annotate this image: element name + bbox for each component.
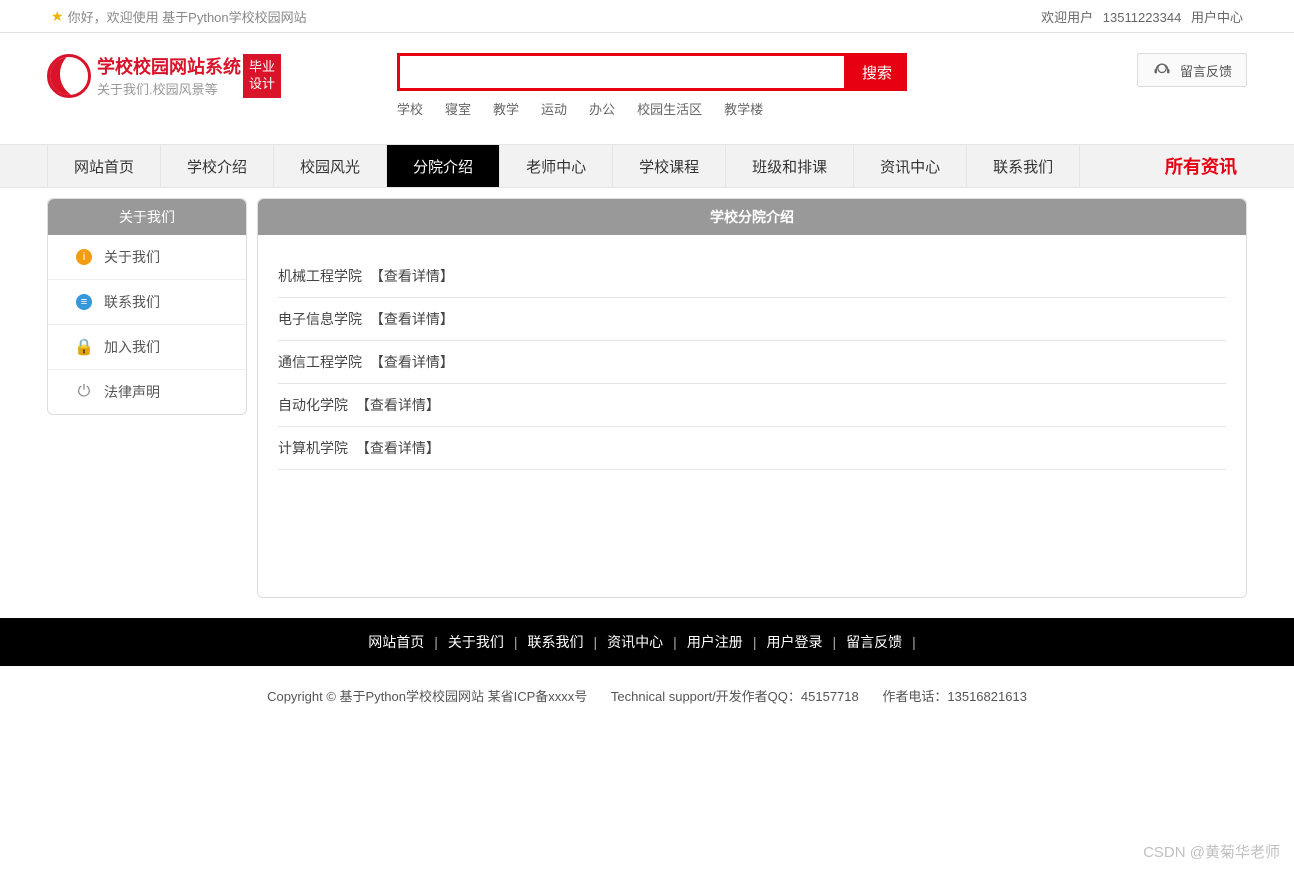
search-tags: 学校 寝室 教学 运动 办公 校园生活区 教学楼 [397,99,1117,118]
college-name: 自动化学院 [278,397,352,413]
search-input[interactable] [397,53,847,91]
sidebar-title: 关于我们 [48,199,246,235]
search-tag[interactable]: 办公 [589,102,615,117]
separator: | [514,634,518,650]
clipboard-icon: ≡ [76,294,92,310]
headset-icon [1152,60,1172,80]
footer-link[interactable]: 资讯中心 [607,634,663,650]
main-nav: 网站首页学校介绍校园风光分院介绍老师中心学校课程班级和排课资讯中心联系我们 所有资… [0,144,1294,188]
nav-item[interactable]: 班级和排课 [726,145,854,187]
footer-author-phone: 作者电话：13516821613 [882,689,1027,704]
college-name: 通信工程学院 [278,354,366,370]
footer-support: Technical support/开发作者QQ：45157718 [611,689,859,704]
logo-title: 学校校园网站系统 [97,53,241,79]
sidebar-item[interactable]: ⏻ 法律声明 [48,369,246,414]
user-phone[interactable]: 13511223344 [1103,10,1182,25]
footer-link[interactable]: 关于我们 [448,634,504,650]
footer-nav: 网站首页 | 关于我们 | 联系我们 | 资讯中心 | 用户注册 | 用户登录 | 留言反馈 | [0,618,1294,666]
nav-item[interactable]: 联系我们 [967,145,1080,187]
college-row: 机械工程学院 【查看详情】 [278,255,1226,298]
view-detail-link[interactable]: 【查看详情】 [356,397,440,413]
greeting-text: 你好，欢迎使用 基于Python学校校园网站 [68,7,307,26]
separator: | [673,634,677,650]
view-detail-link[interactable]: 【查看详情】 [370,311,454,327]
view-detail-link[interactable]: 【查看详情】 [356,440,440,456]
header: 学校校园网站系统 关于我们.校园风景等 毕业设计 搜索 学校 寝室 教学 运动 办公 校园… [47,33,1247,128]
sidebar-item[interactable]: i 关于我们 [48,235,246,279]
sidebar-item[interactable]: ≡ 联系我们 [48,279,246,324]
college-row: 电子信息学院 【查看详情】 [278,298,1226,341]
separator: | [912,634,916,650]
content-title: 学校分院介绍 [258,199,1246,235]
nav-item[interactable]: 网站首页 [47,145,161,187]
nav-item[interactable]: 学校课程 [613,145,726,187]
college-name: 电子信息学院 [278,311,366,327]
search-tag[interactable]: 教学楼 [724,102,763,117]
separator: | [832,634,836,650]
content-panel: 学校分院介绍 机械工程学院 【查看详情】电子信息学院 【查看详情】通信工程学院 … [257,198,1247,598]
logo-subtitle: 关于我们.校园风景等 [97,79,241,98]
logo-badge: 毕业设计 [243,54,281,98]
search-tag[interactable]: 寝室 [445,102,471,117]
nav-item[interactable]: 学校介绍 [161,145,274,187]
sidebar: 关于我们 i 关于我们 ≡ 联系我们 🔒 加入我们 ⏻ 法律声明 [47,198,247,415]
sidebar-item[interactable]: 🔒 加入我们 [48,324,246,369]
nav-item[interactable]: 分院介绍 [387,145,500,187]
footer-info: Copyright © 基于Python学校校园网站 某省ICP备xxxx号 T… [0,666,1294,725]
sidebar-item-label: 关于我们 [104,247,160,267]
college-name: 计算机学院 [278,440,352,456]
college-row: 通信工程学院 【查看详情】 [278,341,1226,384]
nav-item[interactable]: 资讯中心 [854,145,967,187]
welcome-user-label: 欢迎用户 [1041,10,1093,25]
separator: | [594,634,598,650]
college-row: 计算机学院 【查看详情】 [278,427,1226,470]
topbar-user: 欢迎用户 13511223344 用户中心 [1035,7,1243,26]
lock-icon: 🔒 [76,339,92,355]
logo-icon [47,54,91,98]
separator: | [753,634,757,650]
footer-link[interactable]: 用户注册 [687,634,743,650]
college-row: 自动化学院 【查看详情】 [278,384,1226,427]
view-detail-link[interactable]: 【查看详情】 [370,268,454,284]
search-button[interactable]: 搜索 [847,53,907,91]
college-name: 机械工程学院 [278,268,366,284]
topbar-greeting: ★ 你好，欢迎使用 基于Python学校校园网站 [51,7,307,26]
nav-all-news[interactable]: 所有资讯 [1165,145,1247,187]
sidebar-item-label: 加入我们 [104,337,160,357]
search-tag[interactable]: 校园生活区 [637,102,702,117]
footer-link[interactable]: 留言反馈 [846,634,902,650]
footer-copyright: Copyright © 基于Python学校校园网站 某省ICP备xxxx号 [267,689,587,704]
sidebar-item-label: 法律声明 [104,382,160,402]
footer-link[interactable]: 用户登录 [766,634,822,650]
star-icon: ★ [51,8,64,25]
footer-link[interactable]: 网站首页 [368,634,424,650]
search-block: 搜索 学校 寝室 教学 运动 办公 校园生活区 教学楼 [397,53,1117,118]
separator: | [434,634,438,650]
search-tag[interactable]: 学校 [397,102,423,117]
nav-item[interactable]: 校园风光 [274,145,387,187]
feedback-label: 留言反馈 [1180,61,1232,80]
info-icon: i [76,249,92,265]
main-area: 关于我们 i 关于我们 ≡ 联系我们 🔒 加入我们 ⏻ 法律声明 学校分院介绍 机械工程学院 … [47,198,1247,598]
user-center-link[interactable]: 用户中心 [1191,10,1243,25]
search-tag[interactable]: 教学 [493,102,519,117]
topbar: ★ 你好，欢迎使用 基于Python学校校园网站 欢迎用户 1351122334… [0,0,1294,33]
feedback-button[interactable]: 留言反馈 [1137,53,1247,87]
logo-block[interactable]: 学校校园网站系统 关于我们.校园风景等 毕业设计 [47,53,397,98]
search-tag[interactable]: 运动 [541,102,567,117]
sidebar-item-label: 联系我们 [104,292,160,312]
watermark: CSDN @黄菊华老师 [1143,841,1280,862]
power-icon: ⏻ [76,384,92,400]
footer-link[interactable]: 联系我们 [528,634,584,650]
nav-item[interactable]: 老师中心 [500,145,613,187]
view-detail-link[interactable]: 【查看详情】 [370,354,454,370]
